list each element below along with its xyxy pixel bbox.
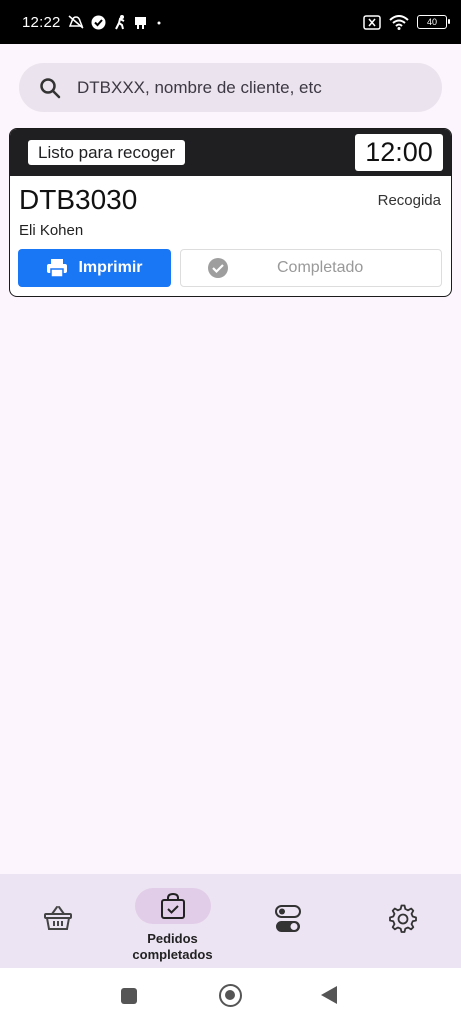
order-status-badge: Listo para recoger	[28, 140, 186, 165]
bag-check-icon	[160, 892, 185, 919]
check-circle-icon	[208, 258, 228, 278]
nav-item-settings[interactable]	[345, 874, 460, 968]
bottom-navigation: Pedidos completados	[0, 874, 461, 968]
search-icon	[40, 77, 61, 98]
notification-icons	[67, 14, 164, 30]
sim-x-icon	[363, 14, 381, 30]
nav-label-completed-orders: Pedidos completados	[132, 931, 213, 962]
recent-apps-button[interactable]	[121, 988, 137, 1004]
search-placeholder: DTBXXX, nombre de cliente, etc	[77, 77, 322, 97]
system-navigation-bar	[0, 968, 461, 1024]
complete-button[interactable]: Completado	[180, 249, 442, 287]
nav-item-orders[interactable]	[0, 874, 115, 968]
wifi-icon	[389, 14, 409, 30]
order-card-header: Listo para recoger 12:00	[10, 129, 451, 176]
basket-icon	[43, 906, 72, 930]
status-bar: 12:22 40	[0, 0, 461, 44]
print-button-label: Imprimir	[78, 259, 143, 276]
order-time: 12:00	[355, 134, 443, 171]
nav-item-toggles[interactable]	[230, 874, 345, 968]
nav-item-completed-orders[interactable]: Pedidos completados	[115, 874, 230, 968]
printer-icon	[47, 259, 68, 278]
back-button[interactable]	[321, 986, 337, 1004]
status-time: 12:22	[22, 13, 61, 31]
order-id: DTB3030	[19, 184, 138, 215]
order-type: Recogida	[377, 192, 441, 209]
dot-icon	[157, 21, 161, 25]
check-circle-icon	[91, 15, 106, 29]
toggle-icon	[274, 905, 301, 932]
store-icon	[134, 16, 146, 29]
gear-icon	[388, 904, 417, 933]
order-card[interactable]: Listo para recoger 12:00 DTB3030 Recogid…	[9, 128, 452, 297]
search-bar[interactable]: DTBXXX, nombre de cliente, etc	[19, 63, 442, 112]
print-button[interactable]: Imprimir	[18, 249, 171, 287]
customer-name: Eli Kohen	[19, 222, 84, 239]
home-button[interactable]	[219, 984, 242, 1007]
runner-icon	[114, 15, 124, 30]
battery-icon: 40	[417, 15, 450, 29]
mute-alarm-icon	[68, 15, 84, 29]
complete-button-label: Completado	[277, 259, 364, 276]
nav-active-indicator	[134, 888, 211, 924]
